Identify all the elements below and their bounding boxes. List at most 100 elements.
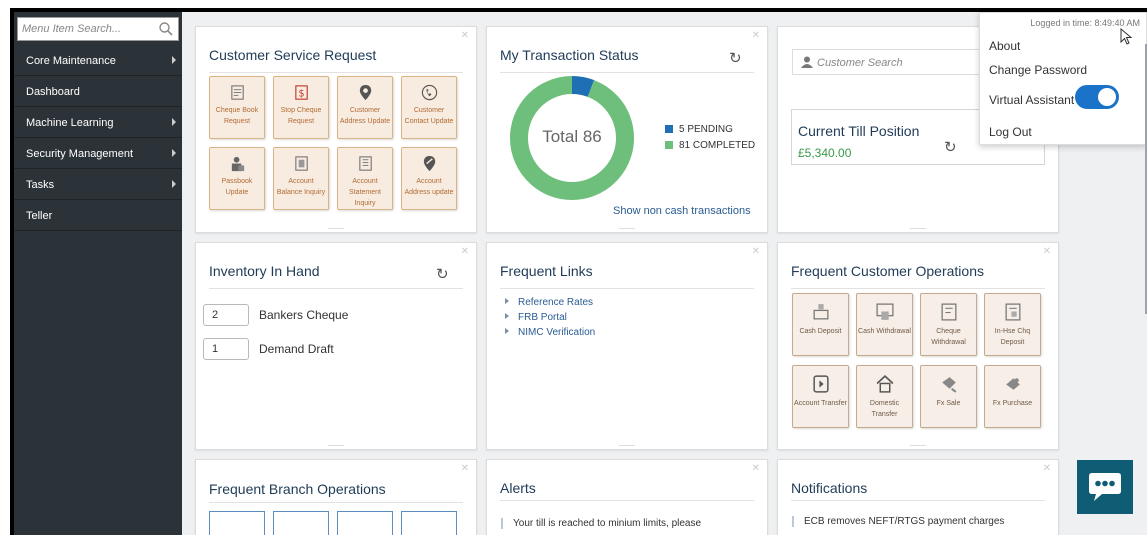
tile-domestic-transfer[interactable]: Domestic Transfer — [856, 365, 913, 428]
frequent-links-card: ✕ Frequent Links Reference Rates FRB Por… — [486, 242, 768, 450]
branch-op-tile[interactable] — [401, 511, 457, 535]
cheque-deposit-icon — [1003, 302, 1023, 322]
notification-message[interactable]: ECB removes NEFT/RTGS payment charges — [792, 516, 1004, 527]
close-icon[interactable]: ✕ — [752, 246, 760, 257]
sidebar-item-machine-learning[interactable]: Machine Learning — [14, 107, 182, 138]
fx-sale-icon — [939, 374, 959, 394]
card-title: Frequent Customer Operations — [791, 263, 984, 279]
tile-fx-purchase[interactable]: Fx Purchase — [984, 365, 1041, 428]
tile-label: In-Hse Chq Deposit — [994, 328, 1031, 346]
tile-account-statement-inquiry[interactable]: Account Statement Inquiry — [337, 147, 393, 210]
card-title: Frequent Branch Operations — [209, 481, 386, 497]
inventory-card: ✕ Inventory In Hand ↻ 2 Bankers Cheque 1… — [195, 242, 477, 450]
menu-log-out[interactable]: Log Out — [989, 125, 1032, 139]
teller-dashboard: Core Maintenance Dashboard Machine Learnin… — [14, 12, 1147, 535]
chat-bubble-icon — [1089, 473, 1121, 501]
frequent-branch-operations-card: ✕ Frequent Branch Operations — [195, 459, 477, 535]
close-icon[interactable]: ✕ — [461, 246, 469, 257]
card-title: Customer Service Request — [209, 47, 377, 63]
tile-label: Cash Deposit — [799, 328, 842, 335]
menu-change-password[interactable]: Change Password — [989, 63, 1087, 77]
link-nimc-verification[interactable]: NIMC Verification — [505, 327, 595, 338]
branch-op-tile[interactable] — [337, 511, 393, 535]
frequent-customer-operations-card: ✕ Frequent Customer Operations Cash Depo… — [777, 242, 1059, 450]
refresh-icon[interactable]: ↻ — [436, 265, 449, 283]
sidebar-item-security-management[interactable]: Security Management — [14, 138, 182, 169]
close-icon[interactable]: ✕ — [461, 463, 469, 474]
donut-slice-pending — [571, 76, 595, 98]
sidebar-item-teller[interactable]: Teller — [14, 200, 182, 231]
sidebar-item-core-maintenance[interactable]: Core Maintenance — [14, 45, 182, 76]
menu-about[interactable]: About — [989, 39, 1020, 53]
till-title: Current Till Position — [798, 123, 920, 139]
tile-fx-sale[interactable]: Fx Sale — [920, 365, 977, 428]
tile-account-address-update[interactable]: Account Address update — [401, 147, 457, 210]
tile-customer-contact-update[interactable]: Customer Contact Update — [401, 76, 457, 139]
tile-passbook-update[interactable]: Passbook Update — [209, 147, 265, 210]
customer-service-request-card: ✕ Customer Service Request Cheque Book R… — [195, 26, 477, 233]
sidebar-item-label: Dashboard — [26, 86, 80, 98]
refresh-icon[interactable]: ↻ — [944, 138, 957, 156]
account-transfer-icon — [811, 374, 831, 394]
till-amount: £5,340.00 — [798, 146, 852, 160]
logged-in-time: Logged in time: 8:49:40 AM — [1030, 18, 1140, 28]
tile-in-hse-chq-deposit[interactable]: In-Hse Chq Deposit — [984, 293, 1041, 356]
address-update-icon — [421, 155, 439, 173]
domestic-transfer-icon — [875, 374, 895, 394]
sidebar-item-tasks[interactable]: Tasks — [14, 169, 182, 200]
chat-assistant-button[interactable] — [1077, 460, 1133, 514]
close-icon[interactable]: ✕ — [752, 463, 760, 474]
stop-cheque-icon: $ — [293, 84, 311, 102]
sidebar-item-label: Machine Learning — [26, 117, 114, 129]
chevron-right-icon — [172, 180, 176, 188]
link-frb-portal[interactable]: FRB Portal — [505, 312, 567, 323]
show-non-cash-link[interactable]: Show non cash transactions — [613, 205, 751, 217]
close-icon[interactable]: ✕ — [1043, 463, 1051, 474]
tile-account-balance-inquiry[interactable]: Account Balance Inquiry — [273, 147, 329, 210]
close-icon[interactable]: ✕ — [1043, 246, 1051, 257]
tile-label: Account Balance Inquiry — [276, 178, 326, 196]
branch-op-tile[interactable] — [209, 511, 265, 535]
svg-text:$: $ — [299, 88, 305, 99]
tile-label: Account Transfer — [794, 400, 847, 407]
tile-cash-deposit[interactable]: Cash Deposit — [792, 293, 849, 356]
card-title: Frequent Links — [500, 263, 593, 279]
mouse-cursor-icon — [1120, 28, 1133, 45]
sidebar-item-dashboard[interactable]: Dashboard — [14, 76, 182, 107]
tile-cheque-withdrawal[interactable]: Cheque Withdrawal — [920, 293, 977, 356]
menu-search[interactable] — [17, 17, 179, 41]
close-icon[interactable]: ✕ — [752, 30, 760, 41]
alert-message[interactable]: Your till is reached to minium limits, p… — [501, 518, 701, 529]
legend-completed: 81 COMPLETED — [665, 140, 755, 151]
user-icon — [801, 56, 813, 68]
customer-search-input[interactable]: Customer Search — [817, 57, 903, 69]
card-title: Inventory In Hand — [209, 263, 320, 279]
tile-cheque-book-request[interactable]: Cheque Book Request — [209, 76, 265, 139]
tile-label: Cheque Book Request — [215, 107, 259, 125]
menu-search-input[interactable] — [22, 21, 150, 37]
search-icon[interactable] — [158, 21, 174, 37]
sidebar-nav: Core Maintenance Dashboard Machine Learnin… — [14, 45, 182, 231]
virtual-assistant-toggle[interactable] — [1075, 85, 1119, 109]
branch-op-tile[interactable] — [273, 511, 329, 535]
tile-customer-address-update[interactable]: Customer Address Update — [337, 76, 393, 139]
tile-label: Customer Contact Update — [404, 107, 454, 125]
tile-stop-cheque-request[interactable]: $ Stop Cheque Request — [273, 76, 329, 139]
tile-cash-withdrawal[interactable]: Cash Withdrawal — [856, 293, 913, 356]
inventory-count[interactable]: 2 — [203, 304, 249, 326]
refresh-icon[interactable]: ↻ — [729, 49, 742, 67]
legend-pending: 5 PENDING — [665, 124, 733, 135]
link-reference-rates[interactable]: Reference Rates — [505, 297, 593, 308]
tile-label: Cash Withdrawal — [858, 328, 911, 335]
tile-label: Fx Sale — [936, 400, 961, 407]
tile-account-transfer[interactable]: Account Transfer — [792, 365, 849, 428]
passbook-icon — [229, 155, 247, 173]
inventory-count[interactable]: 1 — [203, 338, 249, 360]
chevron-right-icon — [172, 56, 176, 64]
card-title: My Transaction Status — [500, 47, 639, 63]
transaction-status-card: ✕ My Transaction Status ↻ Total 86 5 PEN… — [486, 26, 768, 233]
tile-label: Domestic Transfer — [869, 400, 900, 418]
cash-deposit-icon — [811, 302, 831, 322]
close-icon[interactable]: ✕ — [461, 30, 469, 41]
cheque-withdrawal-icon — [939, 302, 959, 322]
